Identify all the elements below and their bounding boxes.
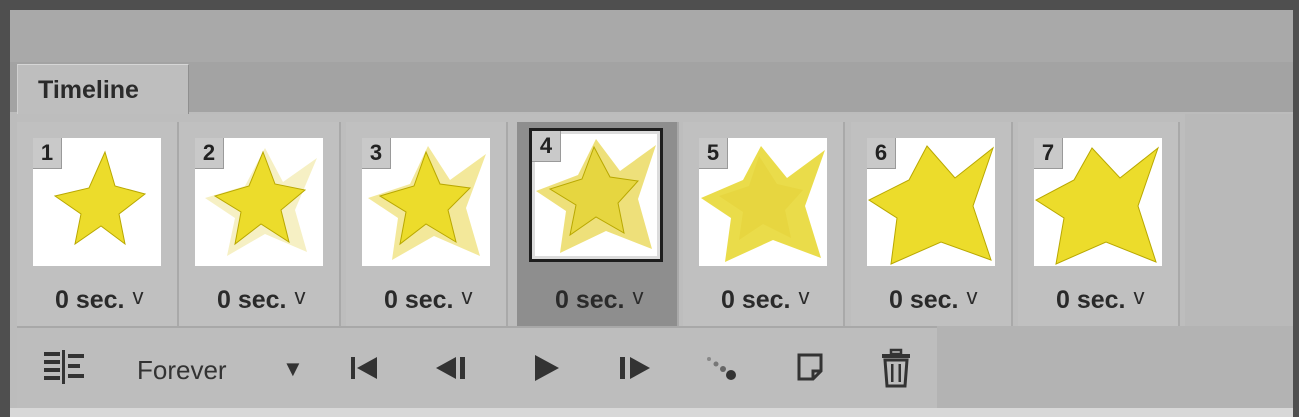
new-frame-icon [797, 353, 823, 381]
chevron-down-icon: v [132, 284, 144, 309]
play-icon [535, 355, 559, 381]
frame-thumbnail: 4 [529, 128, 663, 262]
animation-frame-5[interactable]: 5 0 sec. v [683, 122, 845, 326]
chevron-down-icon: v [1133, 284, 1145, 309]
play-button[interactable] [524, 340, 568, 396]
trash-icon [882, 348, 910, 388]
panel-header [10, 10, 1293, 63]
frame-delay[interactable]: 0 sec. v [55, 284, 144, 315]
window-right-border [1293, 0, 1299, 417]
frame-delay-value: 0 sec. [384, 286, 454, 314]
frame-number: 3 [362, 138, 391, 169]
frame-delay-value: 0 sec. [555, 286, 625, 314]
chevron-down-icon: v [461, 284, 473, 309]
frame-thumbnail: 5 [699, 138, 827, 266]
tween-icon [707, 357, 736, 380]
triangle-down-icon[interactable]: ▼ [282, 356, 304, 382]
frame-delay-value: 0 sec. [1056, 286, 1126, 314]
frame-thumbnail: 2 [195, 138, 323, 266]
previous-frame-icon [436, 357, 465, 379]
frame-delay[interactable]: 0 sec. v [721, 284, 810, 315]
frame-delay[interactable]: 0 sec. v [384, 284, 473, 315]
convert-to-video-timeline-button[interactable] [40, 340, 88, 396]
animation-frame-2[interactable]: 2 0 sec. v [179, 122, 341, 326]
next-frame-button[interactable] [612, 340, 656, 396]
duplicate-frame-button[interactable] [788, 340, 832, 396]
animation-frame-6[interactable]: 6 0 sec. v [851, 122, 1013, 326]
previous-frame-button[interactable] [430, 340, 474, 396]
delete-frame-button[interactable] [874, 340, 918, 396]
frame-thumbnail: 1 [33, 138, 161, 266]
tab-timeline-label: Timeline [38, 76, 139, 104]
chevron-down-icon: v [798, 284, 810, 309]
frame-thumbnail: 3 [362, 138, 490, 266]
first-frame-icon [351, 357, 377, 379]
frame-delay-value: 0 sec. [721, 286, 791, 314]
window-top-border [0, 0, 1299, 10]
window-left-border [0, 0, 10, 417]
frame-number: 7 [1034, 138, 1063, 169]
frame-delay-value: 0 sec. [217, 286, 287, 314]
frame-number: 4 [532, 131, 561, 162]
frame-delay-value: 0 sec. [55, 286, 125, 314]
animation-frame-1[interactable]: 1 0 sec. v [17, 122, 179, 326]
frame-thumbnail: 6 [867, 138, 995, 266]
animation-frame-7[interactable]: 7 0 sec. v [1018, 122, 1180, 326]
next-frame-icon [620, 357, 650, 379]
frame-number: 2 [195, 138, 224, 169]
frame-delay[interactable]: 0 sec. v [889, 284, 978, 315]
chevron-down-icon: v [294, 284, 306, 309]
first-frame-button[interactable] [344, 340, 384, 396]
loop-options-select[interactable]: Forever [137, 355, 227, 386]
frame-thumbnail: 7 [1034, 138, 1162, 266]
frame-number: 1 [33, 138, 62, 169]
animation-frame-3[interactable]: 3 0 sec. v [346, 122, 508, 326]
frame-delay[interactable]: 0 sec. v [1056, 284, 1145, 315]
animation-frame-4[interactable]: 4 0 sec. v [517, 122, 679, 326]
chevron-down-icon: v [966, 284, 978, 309]
toolbar-empty-area [937, 326, 1293, 408]
frame-delay[interactable]: 0 sec. v [555, 284, 644, 315]
frames-strip-empty [1185, 114, 1293, 326]
chevron-down-icon: v [632, 284, 644, 309]
convert-timeline-icon [44, 350, 84, 384]
frame-delay[interactable]: 0 sec. v [217, 284, 306, 315]
window-bottom-border [10, 408, 1293, 417]
frame-delay-value: 0 sec. [889, 286, 959, 314]
frame-number: 6 [867, 138, 896, 169]
tab-timeline[interactable]: Timeline [17, 64, 189, 115]
tween-button[interactable] [700, 340, 746, 396]
frame-number: 5 [699, 138, 728, 169]
tab-row [10, 62, 1293, 112]
